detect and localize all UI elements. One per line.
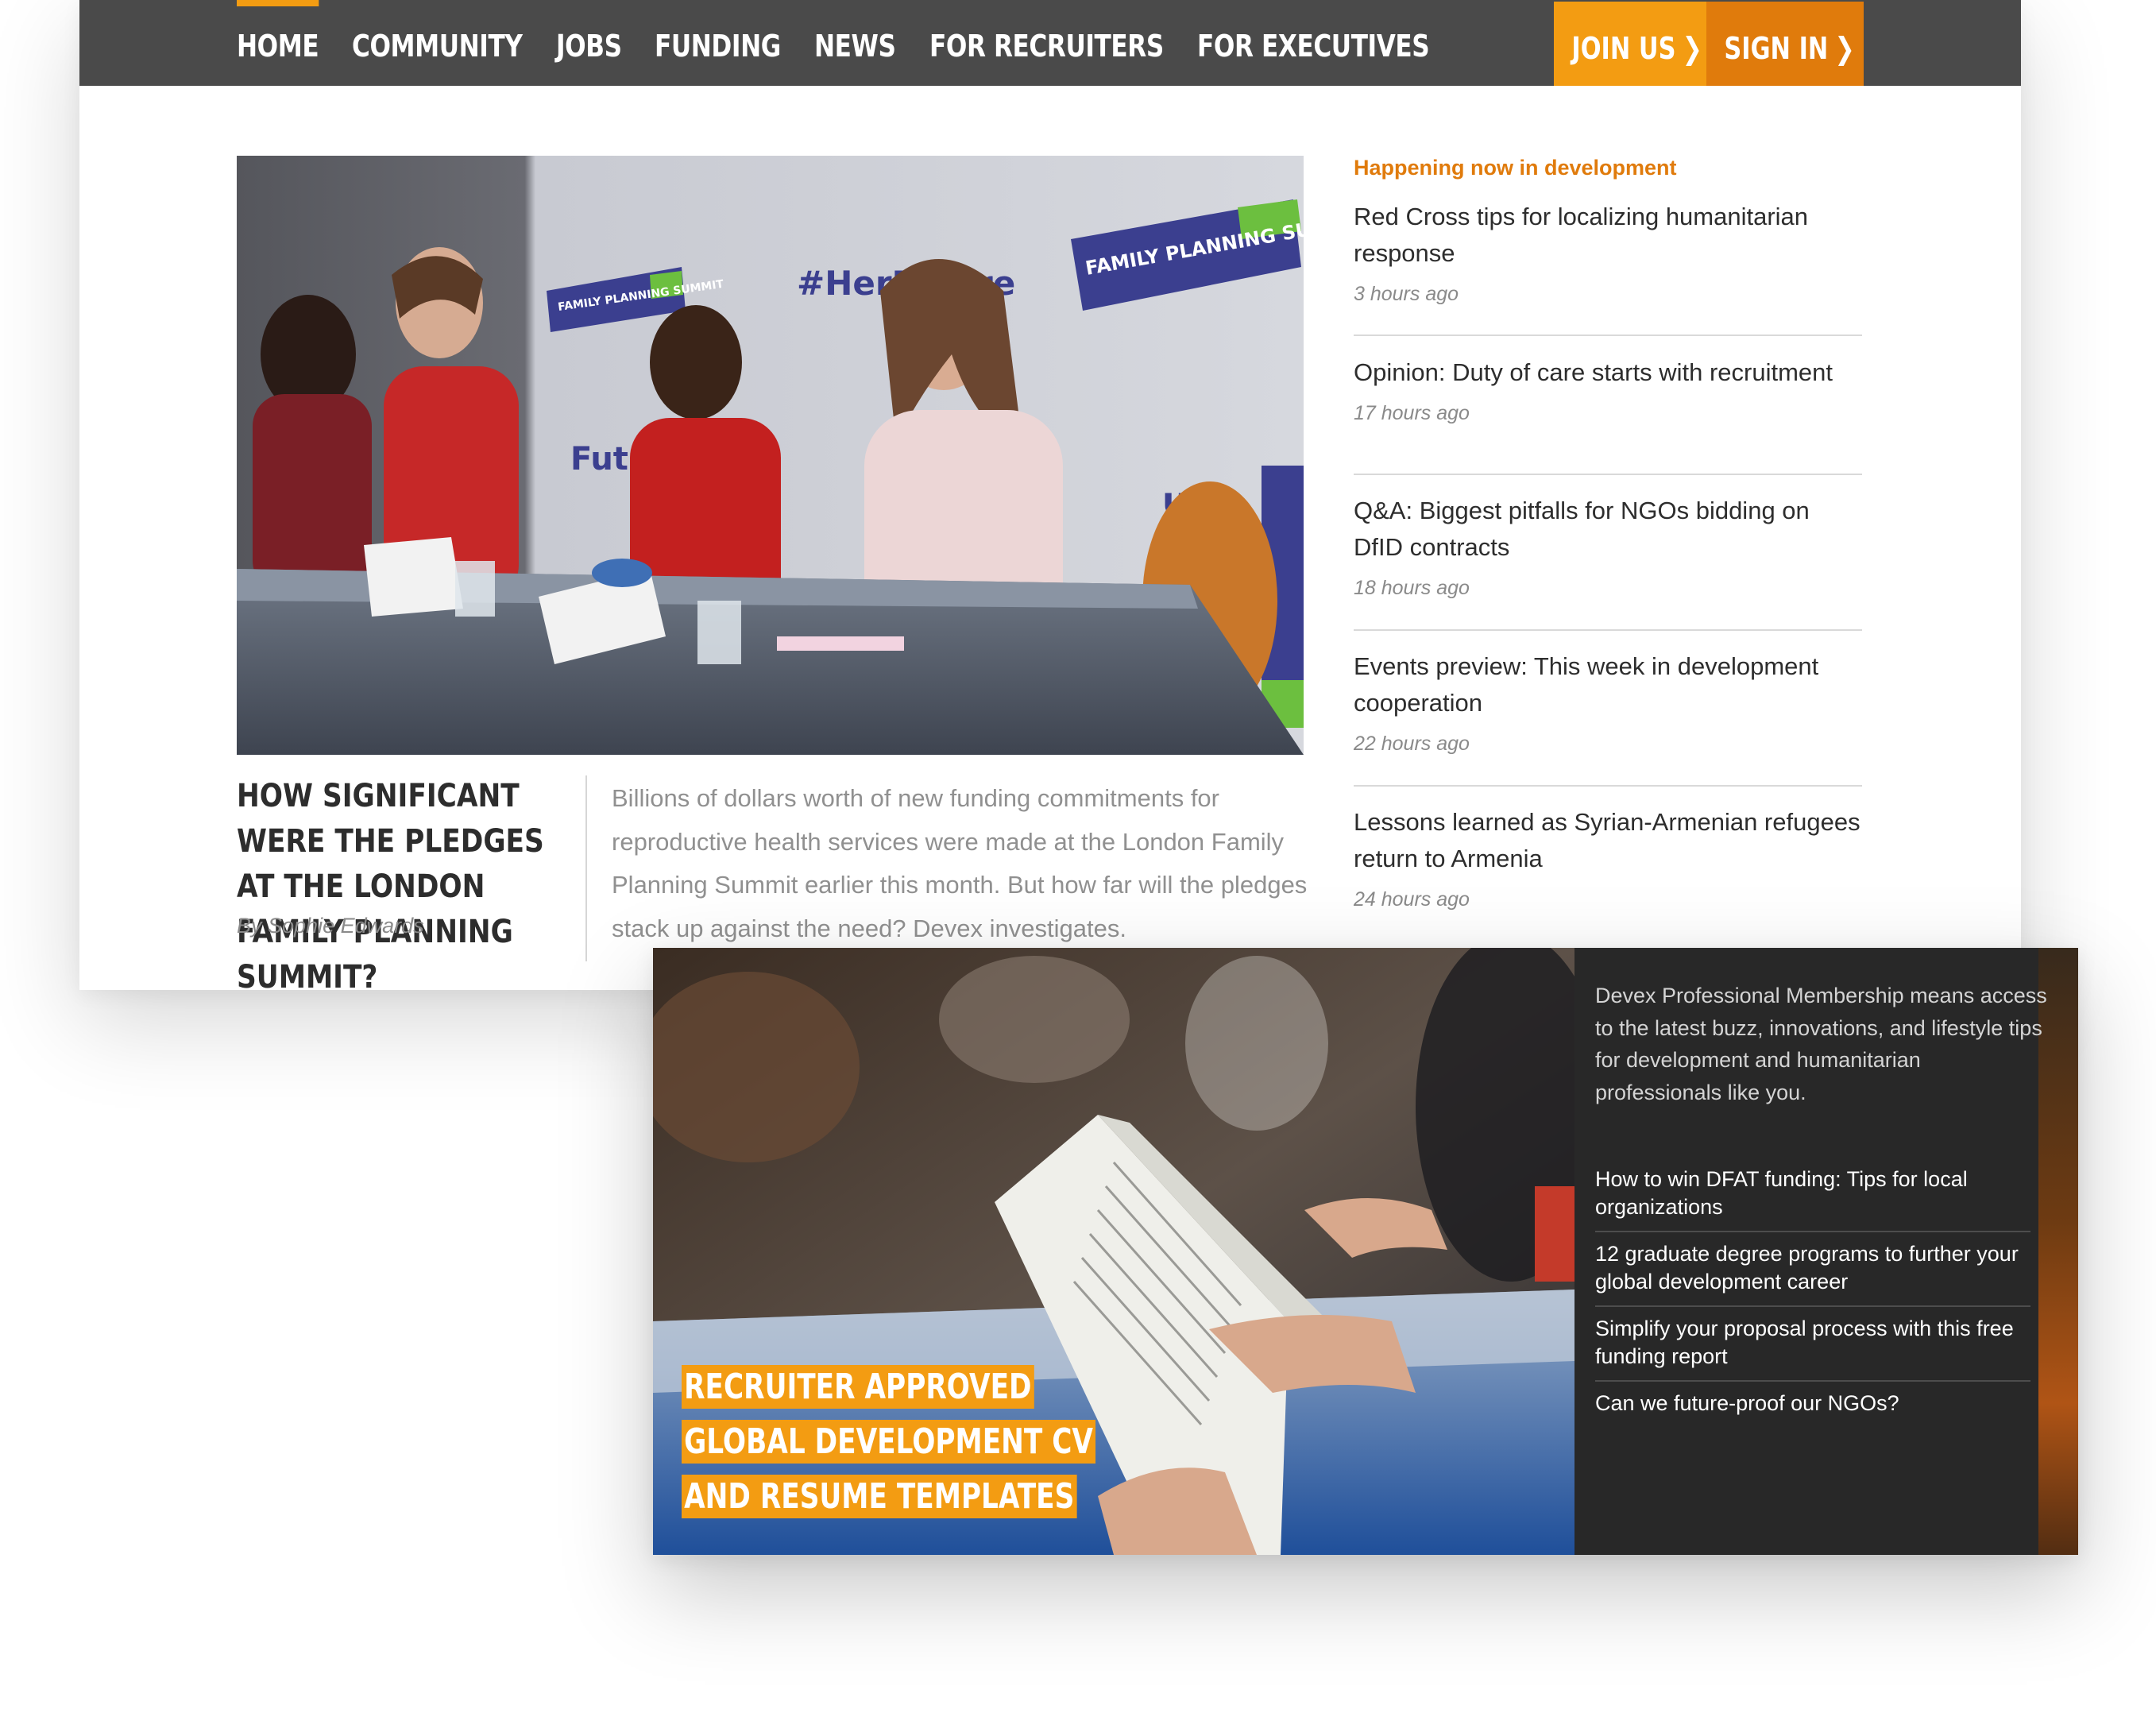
featured-story-image[interactable]: FAMILY PLANNING SUMMIT #HerFuture FAMILY… (237, 156, 1304, 755)
featured-story-author: By Sophie Edwards (237, 914, 424, 938)
nav-label: NEWS (814, 29, 896, 64)
membership-promo-card: Devex Professional Membership means acce… (653, 948, 2078, 1555)
sign-in-button[interactable]: SIGN IN ❯ (1706, 2, 1864, 86)
news-item[interactable]: Q&A: Biggest pitfalls for NGOs bidding o… (1354, 493, 1862, 600)
news-item-time: 17 hours ago (1354, 402, 1470, 424)
nav-item-for-recruiters[interactable]: FOR RECRUITERS (929, 0, 1164, 86)
nav-item-jobs[interactable]: JOBS (556, 0, 622, 86)
nav-label: JOBS (555, 29, 622, 64)
news-item-time: 22 hours ago (1354, 733, 1470, 755)
promo-headline-link[interactable]: RECRUITER APPROVED GLOBAL DEVELOPMENT CV… (682, 1359, 1158, 1524)
promo-description: Devex Professional Membership means acce… (1595, 984, 2047, 1104)
summit-panel-photo: FAMILY PLANNING SUMMIT #HerFuture FAMILY… (237, 156, 1304, 755)
promo-link[interactable]: 12 graduate degree programs to further y… (1595, 1232, 2030, 1307)
chevron-right-icon: ❯ (1682, 31, 1702, 66)
news-item-title: Q&A: Biggest pitfalls for NGOs bidding o… (1354, 497, 1810, 561)
promo-link[interactable]: Simplify your proposal process with this… (1595, 1307, 2030, 1382)
site-page-card: HOME COMMUNITY JOBS FUNDING NEWS FOR REC… (79, 0, 2021, 990)
news-item[interactable]: Events preview: This week in development… (1354, 648, 1862, 756)
promo-headline: RECRUITER APPROVED GLOBAL DEVELOPMENT CV… (682, 1365, 1096, 1518)
news-item-time: 18 hours ago (1354, 577, 1470, 599)
top-navigation-bar: HOME COMMUNITY JOBS FUNDING NEWS FOR REC… (79, 0, 2021, 86)
nav-label: FOR RECRUITERS (929, 29, 1164, 64)
news-item-time: 3 hours ago (1354, 283, 1459, 305)
join-us-label: JOIN US (1571, 31, 1676, 66)
featured-story-headline[interactable]: HOW SIGNIFICANT WERE THE PLEDGES AT THE … (237, 774, 565, 990)
news-item[interactable]: Red Cross tips for localizing humanitari… (1354, 199, 1862, 306)
featured-story-summary: Billions of dollars worth of new funding… (612, 784, 1308, 942)
news-item[interactable]: Opinion: Duty of care starts with recrui… (1354, 354, 1862, 425)
divider (1354, 474, 1862, 475)
nav-label: COMMUNITY (352, 29, 523, 64)
nav-label: FUNDING (655, 29, 782, 64)
news-item-title: Opinion: Duty of care starts with recrui… (1354, 358, 1833, 386)
news-item-title: Red Cross tips for localizing humanitari… (1354, 203, 1809, 267)
chevron-right-icon: ❯ (1834, 31, 1855, 66)
promo-info-panel: Devex Professional Membership means acce… (1574, 948, 2078, 1555)
nav-item-funding[interactable]: FUNDING (655, 0, 781, 86)
promo-link[interactable]: Can we future-proof our NGOs? (1595, 1382, 2030, 1427)
happening-now-heading: Happening now in development (1354, 156, 1677, 180)
nav-item-for-executives[interactable]: FOR EXECUTIVES (1197, 0, 1430, 86)
nav-label: FOR EXECUTIVES (1196, 29, 1430, 64)
news-item-time: 24 hours ago (1354, 888, 1470, 911)
nav-label: HOME (237, 29, 319, 64)
sign-in-label: SIGN IN (1724, 31, 1829, 66)
nav-item-home[interactable]: HOME (237, 0, 319, 86)
story-divider (585, 775, 587, 961)
news-item[interactable]: Lessons learned as Syrian-Armenian refug… (1354, 804, 1862, 911)
nav-item-news[interactable]: NEWS (814, 0, 896, 86)
nav-item-community[interactable]: COMMUNITY (352, 0, 523, 86)
divider (1354, 785, 1862, 787)
promo-link[interactable]: How to win DFAT funding: Tips for local … (1595, 1158, 2030, 1232)
divider (1354, 629, 1862, 631)
active-indicator (237, 0, 319, 6)
news-item-title: Events preview: This week in development… (1354, 652, 1819, 717)
promo-links-list: How to win DFAT funding: Tips for local … (1595, 1158, 2030, 1427)
divider (1354, 334, 1862, 336)
news-item-title: Lessons learned as Syrian-Armenian refug… (1354, 808, 1860, 872)
join-us-button[interactable]: JOIN US ❯ (1554, 2, 1706, 86)
